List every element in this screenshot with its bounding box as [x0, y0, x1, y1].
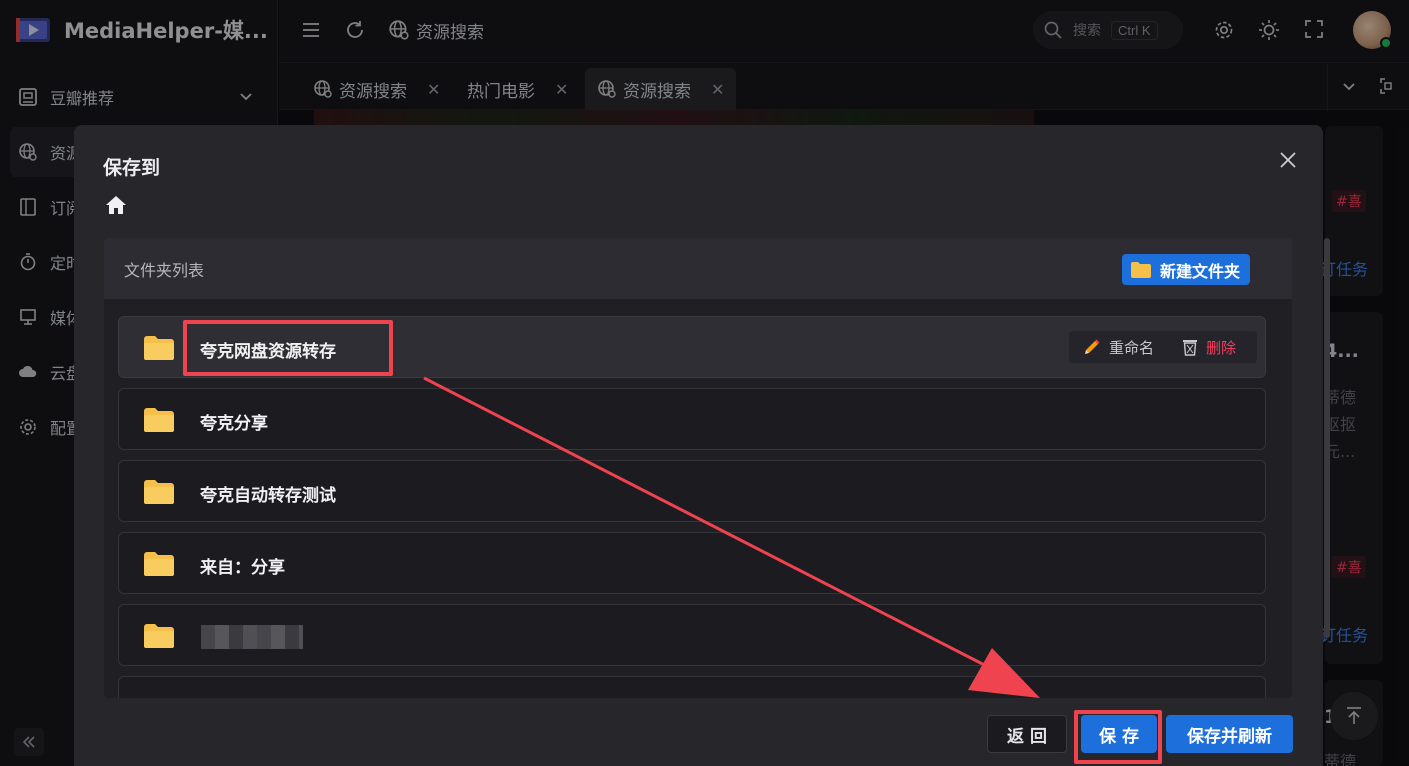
annotation-arrow [423, 376, 1040, 698]
